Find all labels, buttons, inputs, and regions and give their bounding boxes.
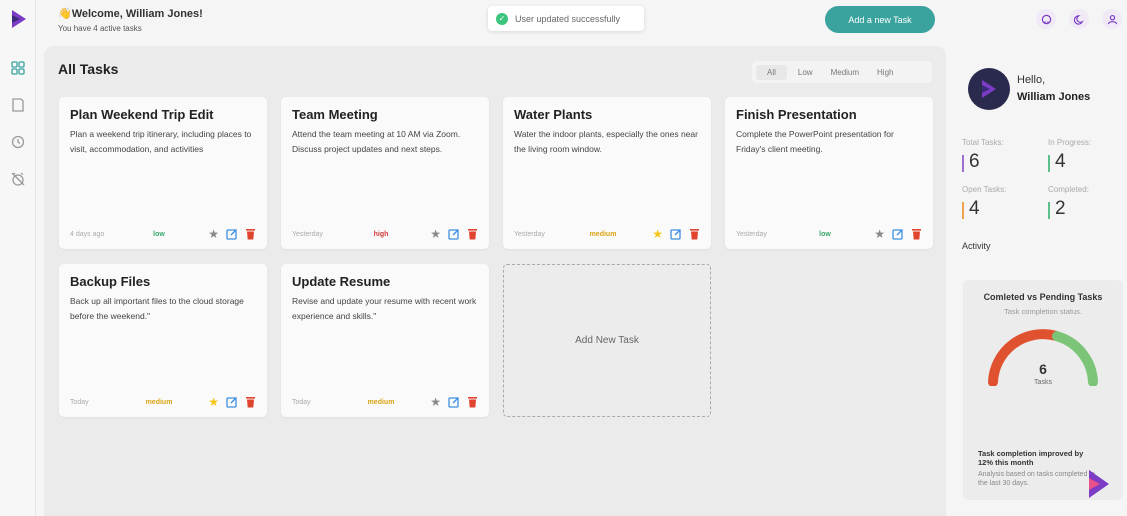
- task-card[interactable]: Update Resume Revise and update your res…: [281, 264, 489, 417]
- activity-heading: Activity: [962, 241, 991, 251]
- priority-badge: medium: [367, 399, 395, 406]
- task-title: Finish Presentation: [736, 107, 857, 122]
- app-logo-corner: [1089, 470, 1109, 498]
- task-description: Water the indoor plants, especially the …: [514, 129, 698, 154]
- open-tasks-number: 4: [969, 198, 980, 219]
- gauge-subtitle: Task completion status.: [1004, 307, 1082, 316]
- toast-message: User updated successfully: [515, 13, 621, 24]
- star-icon[interactable]: ★: [430, 396, 441, 408]
- priority-filter: All Low Medium High: [752, 61, 932, 83]
- task-title: Update Resume: [292, 274, 391, 289]
- delete-icon[interactable]: [245, 396, 256, 408]
- task-description: Back up all important files to the cloud…: [70, 296, 244, 321]
- in-progress-number: 4: [1055, 151, 1066, 172]
- notes-icon[interactable]: [11, 98, 25, 112]
- edit-icon[interactable]: [226, 228, 238, 240]
- welcome-message: 👋Welcome, William Jones!: [58, 8, 203, 20]
- total-tasks-value: 6: [962, 151, 980, 173]
- delete-icon[interactable]: [689, 228, 700, 240]
- priority-badge: low: [819, 231, 831, 238]
- app-logo[interactable]: [9, 8, 29, 30]
- task-title: Plan Weekend Trip Edit: [70, 107, 214, 122]
- clock-icon[interactable]: [11, 135, 25, 149]
- edit-icon[interactable]: [448, 228, 460, 240]
- completed-label: Completed:: [1048, 185, 1089, 194]
- github-icon[interactable]: [1036, 9, 1056, 29]
- success-toast: ✓ User updated successfully: [488, 6, 644, 31]
- filter-medium[interactable]: Medium: [824, 65, 866, 80]
- sidebar: [0, 0, 36, 516]
- priority-badge: medium: [145, 399, 173, 406]
- avatar: [968, 68, 1010, 110]
- star-icon[interactable]: ★: [208, 228, 219, 240]
- task-card[interactable]: Backup Files Back up all important files…: [59, 264, 267, 417]
- in-progress-value: 4: [1048, 151, 1066, 173]
- completed-value: 2: [1048, 198, 1066, 220]
- edit-icon[interactable]: [670, 228, 682, 240]
- star-icon[interactable]: ★: [208, 396, 219, 408]
- edit-icon[interactable]: [226, 396, 238, 408]
- add-task-button[interactable]: Add a new Task: [825, 6, 935, 33]
- task-date: Yesterday: [514, 231, 545, 238]
- filter-high[interactable]: High: [870, 65, 900, 80]
- gauge-footnote: Analysis based on tasks completed in the…: [978, 471, 1095, 487]
- page-title: All Tasks: [58, 61, 119, 77]
- filter-all[interactable]: All: [756, 64, 787, 80]
- open-tasks-value: 4: [962, 198, 980, 220]
- check-icon: ✓: [496, 12, 508, 25]
- task-description: Attend the team meeting at 10 AM via Zoo…: [292, 129, 461, 154]
- user-icon[interactable]: [1102, 9, 1122, 29]
- task-description: Complete the PowerPoint presentation for…: [736, 129, 894, 154]
- priority-badge: high: [373, 231, 389, 238]
- task-description: Plan a weekend trip itinerary, including…: [70, 129, 252, 154]
- delete-icon[interactable]: [467, 228, 478, 240]
- open-tasks-label: Open Tasks:: [962, 185, 1007, 194]
- task-date: Yesterday: [736, 231, 767, 238]
- add-new-task-card[interactable]: Add New Task: [503, 264, 711, 417]
- task-card[interactable]: Water Plants Water the indoor plants, es…: [503, 97, 711, 249]
- gauge-value: 6: [1039, 361, 1047, 377]
- task-title: Team Meeting: [292, 107, 378, 122]
- task-date: Yesterday: [292, 231, 323, 238]
- gauge-note: Task completion improved by 12% this mon…: [978, 449, 1084, 467]
- user-name: William Jones: [1017, 91, 1091, 103]
- moon-icon[interactable]: [1069, 9, 1089, 29]
- task-description: Revise and update your resume with recen…: [292, 296, 477, 321]
- task-title: Water Plants: [514, 107, 593, 122]
- task-date: Today: [70, 399, 89, 406]
- total-tasks-label: Total Tasks:: [962, 138, 1004, 147]
- task-card[interactable]: Team Meeting Attend the team meeting at …: [281, 97, 489, 249]
- delete-icon[interactable]: [467, 396, 478, 408]
- star-icon[interactable]: ★: [430, 228, 441, 240]
- alarm-off-icon[interactable]: [11, 172, 25, 186]
- app-logo-icon: [982, 80, 996, 98]
- priority-badge: medium: [589, 231, 617, 238]
- filter-low[interactable]: Low: [791, 65, 820, 80]
- task-date: 4 days ago: [70, 231, 105, 238]
- greeting: Hello,: [1017, 74, 1046, 86]
- gauge-title: Comleted vs Pending Tasks: [983, 292, 1103, 302]
- task-card[interactable]: Plan Weekend Trip Edit Plan a weekend tr…: [59, 97, 267, 249]
- gauge-value-label: Tasks: [1034, 379, 1052, 386]
- star-icon[interactable]: ★: [652, 228, 663, 240]
- task-card[interactable]: Finish Presentation Complete the PowerPo…: [725, 97, 933, 249]
- total-tasks-number: 6: [969, 151, 980, 172]
- task-date: Today: [292, 399, 311, 406]
- edit-icon[interactable]: [892, 228, 904, 240]
- delete-icon[interactable]: [245, 228, 256, 240]
- active-tasks-count: You have 4 active tasks: [58, 24, 142, 33]
- task-title: Backup Files: [70, 274, 151, 289]
- completion-gauge: [988, 329, 1098, 386]
- edit-icon[interactable]: [448, 396, 460, 408]
- delete-icon[interactable]: [911, 228, 922, 240]
- star-icon[interactable]: ★: [874, 228, 885, 240]
- in-progress-label: In Progress:: [1048, 138, 1092, 147]
- grid-icon[interactable]: [11, 61, 25, 75]
- priority-badge: low: [153, 231, 165, 238]
- completed-number: 2: [1055, 198, 1066, 219]
